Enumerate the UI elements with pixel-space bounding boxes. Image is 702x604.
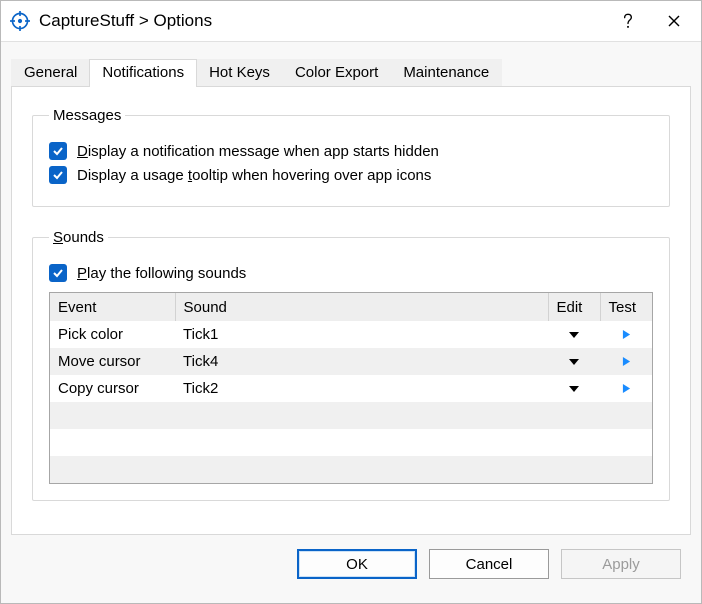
dialog-buttons: OK Cancel Apply: [11, 535, 691, 593]
tab-colorexport[interactable]: Color Export: [282, 59, 391, 87]
tab-hotkeys[interactable]: Hot Keys: [196, 59, 283, 87]
chevron-down-icon: [568, 358, 580, 366]
options-dialog: CaptureStuff > Options General Notificat…: [0, 0, 702, 604]
test-sound-button[interactable]: [615, 379, 637, 397]
checkbox-label: Display a notification message when app …: [77, 143, 439, 160]
checkbox-label: Play the following sounds: [77, 265, 246, 282]
sounds-table: Event Sound Edit Test Pick color Tick1: [49, 292, 653, 484]
table-row-empty: [50, 402, 652, 429]
checkbox-display-start-hidden[interactable]: Display a notification message when app …: [49, 142, 653, 160]
col-header-edit[interactable]: Edit: [548, 293, 600, 321]
edit-sound-button[interactable]: [563, 353, 585, 371]
messages-legend: Messages: [49, 107, 125, 124]
play-icon: [622, 356, 631, 367]
close-icon: [668, 15, 680, 27]
cell-sound: Tick1: [175, 321, 548, 348]
col-header-event[interactable]: Event: [50, 293, 175, 321]
play-icon: [622, 329, 631, 340]
titlebar: CaptureStuff > Options: [1, 1, 701, 41]
cancel-button[interactable]: Cancel: [429, 549, 549, 579]
edit-sound-button[interactable]: [563, 326, 585, 344]
col-header-sound[interactable]: Sound: [175, 293, 548, 321]
cell-sound: Tick4: [175, 348, 548, 375]
close-button[interactable]: [651, 3, 697, 39]
chevron-down-icon: [568, 385, 580, 393]
checkbox-icon: [49, 264, 67, 282]
messages-group: Messages Display a notification message …: [32, 107, 670, 207]
table-row[interactable]: Pick color Tick1: [50, 321, 652, 348]
cell-event: Copy cursor: [50, 375, 175, 402]
sounds-legend: Sounds: [49, 229, 108, 246]
cell-event: Move cursor: [50, 348, 175, 375]
tab-panel-notifications: Messages Display a notification message …: [11, 86, 691, 535]
help-icon: [623, 13, 633, 29]
table-row-empty: [50, 456, 652, 483]
tab-notifications[interactable]: Notifications: [89, 59, 197, 87]
cell-event: Pick color: [50, 321, 175, 348]
tab-strip: General Notifications Hot Keys Color Exp…: [11, 58, 691, 86]
checkbox-icon: [49, 166, 67, 184]
chevron-down-icon: [568, 331, 580, 339]
apply-button: Apply: [561, 549, 681, 579]
checkbox-icon: [49, 142, 67, 160]
checkbox-display-tooltip[interactable]: Display a usage tooltip when hovering ov…: [49, 166, 653, 184]
client-area: General Notifications Hot Keys Color Exp…: [1, 41, 701, 603]
app-icon: [9, 10, 31, 32]
edit-sound-button[interactable]: [563, 380, 585, 398]
test-sound-button[interactable]: [615, 352, 637, 370]
cell-sound: Tick2: [175, 375, 548, 402]
window-title: CaptureStuff > Options: [39, 11, 605, 31]
table-row[interactable]: Copy cursor Tick2: [50, 375, 652, 402]
checkbox-play-sounds[interactable]: Play the following sounds: [49, 264, 653, 282]
col-header-test[interactable]: Test: [600, 293, 652, 321]
tab-maintenance[interactable]: Maintenance: [390, 59, 502, 87]
help-button[interactable]: [605, 3, 651, 39]
ok-button[interactable]: OK: [297, 549, 417, 579]
checkbox-label: Display a usage tooltip when hovering ov…: [77, 167, 431, 184]
table-row-empty: [50, 429, 652, 456]
table-row[interactable]: Move cursor Tick4: [50, 348, 652, 375]
table-header-row: Event Sound Edit Test: [50, 293, 652, 321]
sounds-group: Sounds Play the following sounds: [32, 229, 670, 501]
test-sound-button[interactable]: [615, 325, 637, 343]
play-icon: [622, 383, 631, 394]
tab-general[interactable]: General: [11, 59, 90, 87]
